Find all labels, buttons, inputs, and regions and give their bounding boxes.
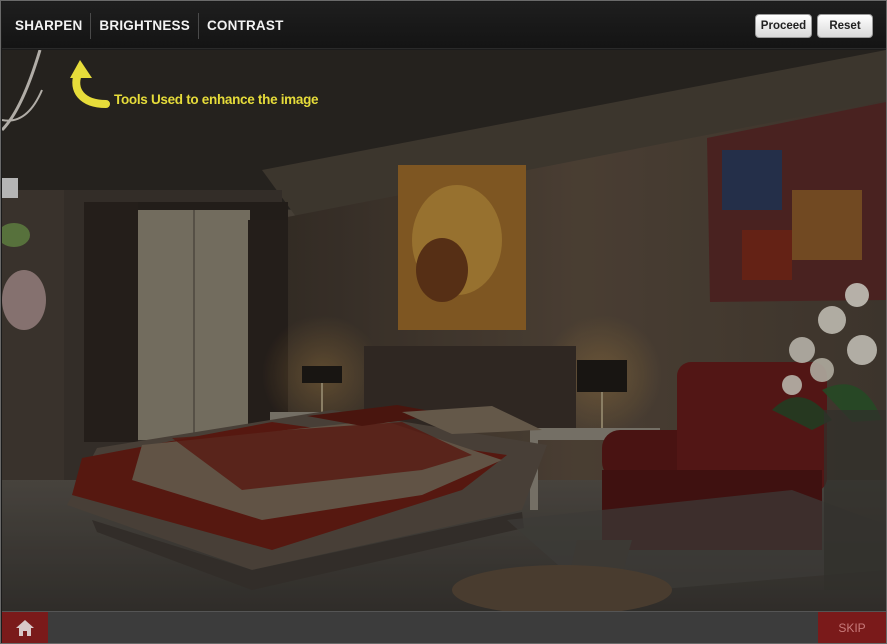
bedroom-photo: Tools Used to enhance the image	[2, 50, 886, 611]
top-toolbar: SHARPEN BRIGHTNESS CONTRAST Proceed Rese…	[2, 2, 886, 49]
tool-list: SHARPEN BRIGHTNESS CONTRAST	[2, 2, 292, 49]
tool-sharpen[interactable]: SHARPEN	[2, 14, 90, 38]
home-icon	[16, 620, 34, 636]
curved-arrow-icon	[70, 60, 110, 108]
annotation-callout: Tools Used to enhance the image	[68, 60, 368, 110]
bottom-bar: SKIP	[2, 611, 886, 643]
annotation-text: Tools Used to enhance the image	[114, 92, 319, 107]
home-button[interactable]	[2, 612, 48, 643]
tool-brightness[interactable]: BRIGHTNESS	[91, 14, 198, 38]
proceed-button[interactable]: Proceed	[755, 14, 812, 38]
photo-dim-overlay	[2, 50, 886, 611]
skip-button[interactable]: SKIP	[818, 612, 886, 643]
reset-button[interactable]: Reset	[817, 14, 873, 38]
tool-contrast[interactable]: CONTRAST	[199, 14, 292, 38]
app-window: SHARPEN BRIGHTNESS CONTRAST Proceed Rese…	[0, 0, 887, 644]
